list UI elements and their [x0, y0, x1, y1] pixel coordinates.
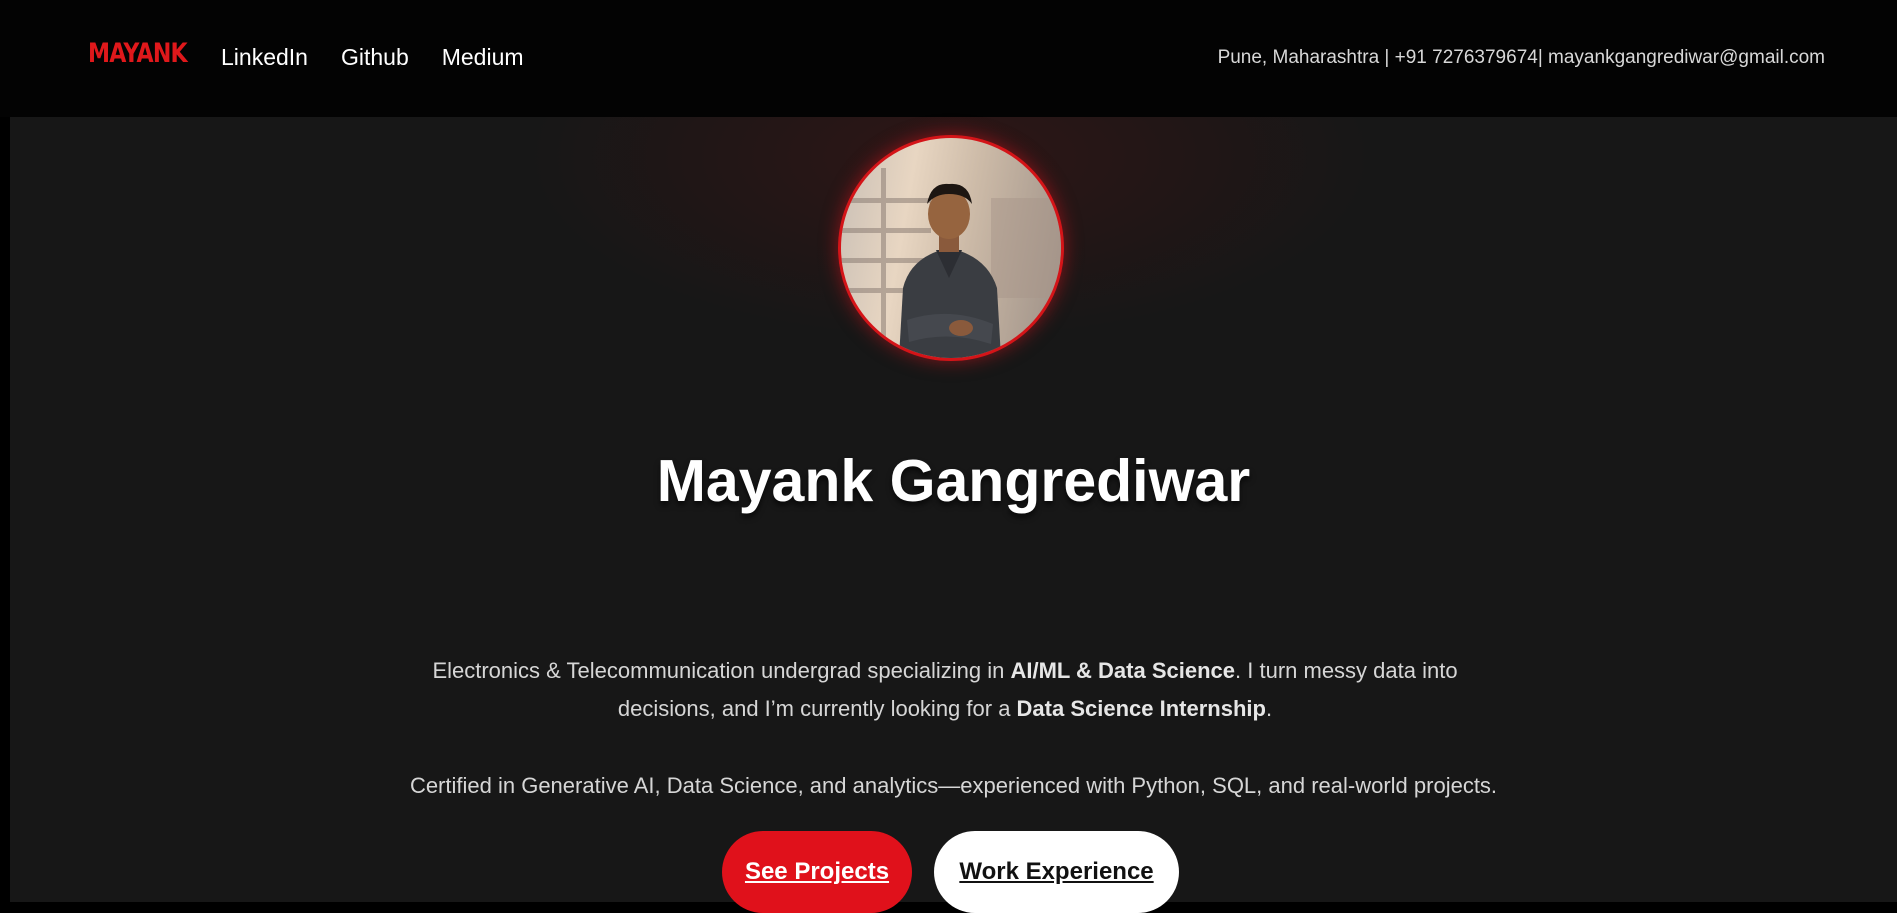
nav-link-linkedin[interactable]: LinkedIn: [221, 44, 308, 71]
work-experience-button[interactable]: Work Experience: [934, 831, 1179, 913]
hero-section: Mayank Gangrediwar Electronics & Telecom…: [10, 117, 1897, 913]
nav-link-medium[interactable]: Medium: [442, 44, 524, 71]
hero-certifications: Certified in Generative AI, Data Science…: [409, 773, 1498, 798]
hero-name: Mayank Gangrediwar: [656, 448, 1251, 514]
bio-highlight-internship: Data Science Internship: [1016, 696, 1266, 721]
person-illustration: [841, 168, 1061, 358]
bio-text-3: .: [1265, 696, 1273, 721]
nav-link-github[interactable]: Github: [341, 44, 409, 71]
profile-photo: [838, 135, 1064, 361]
top-navbar: MAYANK LinkedIn Github Medium Pune, Maha…: [0, 0, 1897, 117]
brand-logo[interactable]: MAYANK: [88, 38, 188, 69]
contact-info: Pune, Maharashtra | +91 7276379674| maya…: [1217, 47, 1825, 68]
hero-bio: Electronics & Telecommunication undergra…: [390, 652, 1500, 728]
bio-highlight-ai-ml: AI/ML & Data Science: [1010, 658, 1236, 683]
bio-text-1: Electronics & Telecommunication undergra…: [432, 658, 1011, 683]
nav-links: LinkedIn Github Medium: [221, 44, 524, 71]
see-projects-button[interactable]: See Projects: [722, 831, 912, 913]
